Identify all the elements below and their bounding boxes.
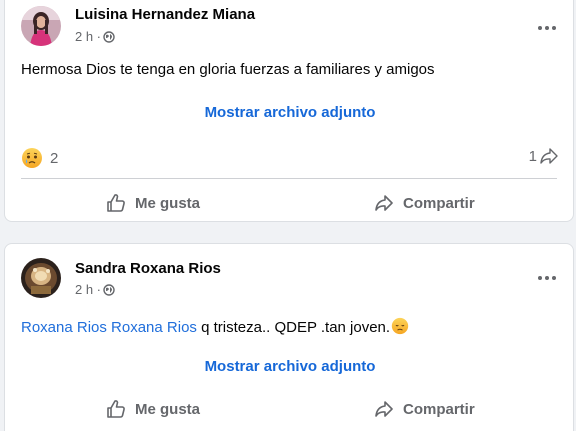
post-card: Luisina Hernandez Miana 2 h · Hermosa Di… (4, 0, 574, 222)
post-time[interactable]: 2 h · (75, 29, 101, 44)
sad-emoji-icon (391, 317, 409, 335)
like-label: Me gusta (135, 400, 201, 418)
share-button[interactable]: Compartir (373, 192, 475, 214)
like-button[interactable]: Me gusta (105, 398, 200, 420)
avatar[interactable] (21, 6, 61, 46)
thumbs-up-icon (107, 194, 125, 212)
author-name[interactable]: Sandra Roxana Rios (75, 260, 221, 277)
share-count-value: 1 (528, 147, 537, 165)
author-name[interactable]: Luisina Hernandez Miana (75, 6, 255, 23)
thumbs-up-icon (107, 400, 125, 418)
post-text: Roxana Rios Roxana Rios q tristeza.. QDE… (21, 317, 409, 336)
share-button[interactable]: Compartir (373, 398, 475, 420)
post-text: Hermosa Dios te tenga en gloria fuerzas … (21, 61, 435, 78)
like-button[interactable]: Me gusta (105, 192, 200, 214)
post-text-body: q tristeza.. QDEP .tan joven. (196, 319, 391, 336)
show-attachment-link: Mostrar archivo adjunto (5, 104, 575, 121)
globe-icon (103, 283, 115, 296)
mention-link[interactable]: Roxana Rios Roxana Rios (21, 319, 197, 336)
post-meta: 2 h · (75, 282, 115, 297)
sad-reaction-icon (22, 148, 42, 168)
show-attachment-link: Mostrar archivo adjunto (5, 358, 575, 375)
globe-icon (103, 30, 115, 43)
share-icon (375, 195, 393, 211)
post-meta: 2 h · (75, 29, 115, 44)
divider (21, 178, 557, 179)
reaction-summary[interactable]: 2 (21, 147, 58, 169)
show-attachment-link-label[interactable]: Mostrar archivo adjunto (205, 358, 376, 375)
share-count[interactable]: 1 (529, 147, 559, 165)
more-options-icon[interactable] (535, 18, 559, 38)
share-label: Compartir (403, 194, 475, 212)
more-options-icon[interactable] (535, 268, 559, 288)
reaction-count: 2 (50, 149, 59, 167)
post-card: Sandra Roxana Rios 2 h · Roxana Rios Rox… (4, 243, 574, 431)
share-icon (375, 401, 393, 417)
post-time[interactable]: 2 h · (75, 282, 101, 297)
show-attachment-link-label[interactable]: Mostrar archivo adjunto (205, 104, 376, 121)
like-label: Me gusta (135, 194, 201, 212)
avatar[interactable] (21, 258, 61, 298)
share-label: Compartir (403, 400, 475, 418)
share-arrow-icon (540, 148, 558, 164)
